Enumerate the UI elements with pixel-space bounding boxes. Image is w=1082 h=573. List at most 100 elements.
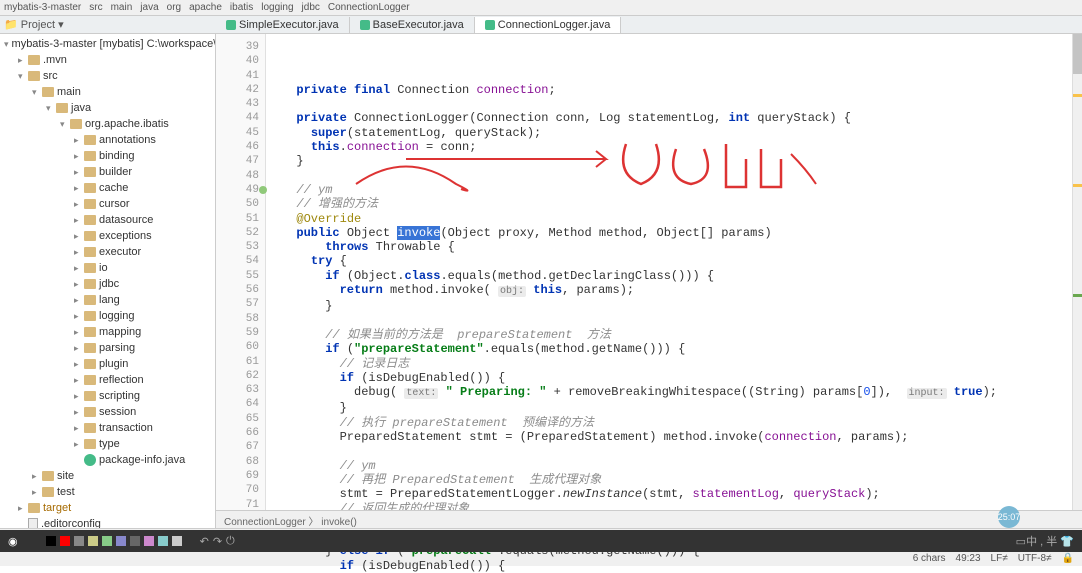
code-line[interactable]: try { (282, 254, 1072, 268)
chevron-icon[interactable]: ▸ (74, 151, 84, 162)
code-line[interactable]: if (isDebugEnabled()) { (282, 559, 1072, 573)
code-line[interactable] (282, 97, 1072, 111)
tree-item[interactable]: ▸session (0, 404, 215, 420)
code-line[interactable] (282, 169, 1072, 183)
tree-item[interactable]: ▸io (0, 260, 215, 276)
tree-item[interactable]: ▾src (0, 68, 215, 84)
chevron-icon[interactable]: ▸ (18, 503, 28, 514)
chevron-icon[interactable]: ▸ (74, 231, 84, 242)
project-tool-label[interactable]: 📁 Project ▾ (0, 18, 216, 31)
code-area[interactable]: private final Connection connection; pri… (266, 34, 1072, 528)
tree-item[interactable]: ▸reflection (0, 372, 215, 388)
tree-item[interactable]: ▾java (0, 100, 215, 116)
tree-item[interactable]: ▸executor (0, 244, 215, 260)
code-line[interactable]: if (Object.class.equals(method.getDeclar… (282, 269, 1072, 283)
tree-item[interactable]: ▸datasource (0, 212, 215, 228)
chevron-icon[interactable]: ▸ (74, 263, 84, 274)
tree-item[interactable]: ▸.mvn (0, 52, 215, 68)
chevron-icon[interactable]: ▸ (74, 311, 84, 322)
tree-item[interactable]: ▸type (0, 436, 215, 452)
tree-item[interactable]: ▸builder (0, 164, 215, 180)
os-taskbar[interactable]: ◉ ↶ ↷ ⏻ ▭中 , 半 👕 (0, 530, 1082, 552)
code-line[interactable] (282, 444, 1072, 458)
chevron-icon[interactable]: ▸ (74, 407, 84, 418)
code-line[interactable]: // 再把 PreparedStatement 生成代理对象 (282, 473, 1072, 487)
chevron-icon[interactable]: ▸ (74, 215, 84, 226)
tree-item[interactable]: ▸lang (0, 292, 215, 308)
project-tree[interactable]: ▾mybatis-3-master [mybatis] C:\workspace… (0, 34, 216, 528)
chevron-icon[interactable]: ▸ (74, 423, 84, 434)
code-editor[interactable]: 3940414243444546474849505152535455565758… (216, 34, 1082, 528)
tree-item[interactable]: ▸logging (0, 308, 215, 324)
code-line[interactable]: if ("prepareStatement".equals(method.get… (282, 342, 1072, 356)
chevron-icon[interactable]: ▸ (74, 247, 84, 258)
tree-item[interactable]: ▸mapping (0, 324, 215, 340)
tree-item[interactable]: .editorconfig (0, 516, 215, 528)
code-line[interactable]: throws Throwable { (282, 240, 1072, 254)
code-line[interactable]: if (isDebugEnabled()) { (282, 371, 1072, 385)
code-line[interactable]: } (282, 154, 1072, 168)
chevron-icon[interactable]: ▸ (74, 439, 84, 450)
start-icon[interactable]: ◉ (8, 535, 18, 548)
chevron-icon[interactable]: ▸ (74, 343, 84, 354)
chevron-icon[interactable]: ▸ (74, 167, 84, 178)
tree-item[interactable]: ▸cursor (0, 196, 215, 212)
code-line[interactable]: private ConnectionLogger(Connection conn… (282, 111, 1072, 125)
tree-item[interactable]: ▸plugin (0, 356, 215, 372)
code-line[interactable]: } (282, 401, 1072, 415)
tree-item[interactable]: ▾mybatis-3-master [mybatis] C:\workspace… (0, 36, 215, 52)
editor-breadcrumb[interactable]: ConnectionLogger 〉 invoke() (216, 510, 1082, 528)
chevron-icon[interactable]: ▾ (46, 103, 56, 114)
tree-item[interactable]: package-info.java (0, 452, 215, 468)
tree-item[interactable]: ▾org.apache.ibatis (0, 116, 215, 132)
editor-tab[interactable]: BaseExecutor.java (350, 17, 475, 33)
code-line[interactable]: // 增强的方法 (282, 197, 1072, 211)
timer-badge[interactable]: 25:07 (998, 506, 1020, 528)
tree-item[interactable]: ▸jdbc (0, 276, 215, 292)
code-line[interactable]: stmt = PreparedStatementLogger.newInstan… (282, 487, 1072, 501)
chevron-icon[interactable]: ▸ (74, 391, 84, 402)
code-line[interactable] (282, 314, 1072, 328)
code-line[interactable]: this.connection = conn; (282, 140, 1072, 154)
scrollbar[interactable] (1072, 34, 1082, 528)
chevron-icon[interactable]: ▾ (32, 87, 42, 98)
chevron-icon[interactable]: ▾ (60, 119, 70, 130)
chevron-icon[interactable]: ▸ (74, 183, 84, 194)
code-line[interactable]: // ym (282, 183, 1072, 197)
tree-item[interactable]: ▸transaction (0, 420, 215, 436)
tree-item[interactable]: ▸binding (0, 148, 215, 164)
scroll-thumb[interactable] (1073, 34, 1082, 74)
chevron-icon[interactable]: ▸ (74, 359, 84, 370)
code-line[interactable]: super(statementLog, queryStack); (282, 126, 1072, 140)
code-line[interactable]: debug( text: " Preparing: " + removeBrea… (282, 385, 1072, 401)
chevron-icon[interactable]: ▸ (32, 471, 42, 482)
code-line[interactable]: PreparedStatement stmt = (PreparedStatem… (282, 430, 1072, 444)
code-line[interactable]: // ym (282, 459, 1072, 473)
chevron-icon[interactable]: ▸ (74, 279, 84, 290)
code-line[interactable]: // 执行 prepareStatement 预编译的方法 (282, 416, 1072, 430)
code-line[interactable]: return method.invoke( obj: this, params)… (282, 283, 1072, 299)
tree-item[interactable]: ▸target (0, 500, 215, 516)
chevron-icon[interactable]: ▸ (74, 327, 84, 338)
code-line[interactable]: } (282, 299, 1072, 313)
editor-tab[interactable]: SimpleExecutor.java (216, 17, 350, 33)
tree-item[interactable]: ▸exceptions (0, 228, 215, 244)
chevron-icon[interactable]: ▸ (74, 135, 84, 146)
code-line[interactable]: // 如果当前的方法是 prepareStatement 方法 (282, 328, 1072, 342)
code-line[interactable]: private final Connection connection; (282, 83, 1072, 97)
chevron-icon[interactable]: ▸ (32, 487, 42, 498)
tree-item[interactable]: ▸annotations (0, 132, 215, 148)
editor-tab[interactable]: ConnectionLogger.java (475, 17, 622, 33)
code-line[interactable]: @Override (282, 212, 1072, 226)
chevron-icon[interactable]: ▾ (4, 39, 9, 50)
tray-icon[interactable]: ▭中 , 半 👕 (1016, 533, 1074, 549)
chevron-icon[interactable]: ▸ (18, 55, 28, 66)
tree-item[interactable]: ▸test (0, 484, 215, 500)
redo-icon[interactable]: ↷ (213, 535, 222, 548)
power-icon[interactable]: ⏻ (226, 535, 235, 548)
chevron-icon[interactable]: ▸ (74, 375, 84, 386)
code-line[interactable]: // 记录日志 (282, 357, 1072, 371)
tree-item[interactable]: ▾main (0, 84, 215, 100)
undo-icon[interactable]: ↶ (200, 535, 209, 548)
code-line[interactable]: public Object invoke(Object proxy, Metho… (282, 226, 1072, 240)
